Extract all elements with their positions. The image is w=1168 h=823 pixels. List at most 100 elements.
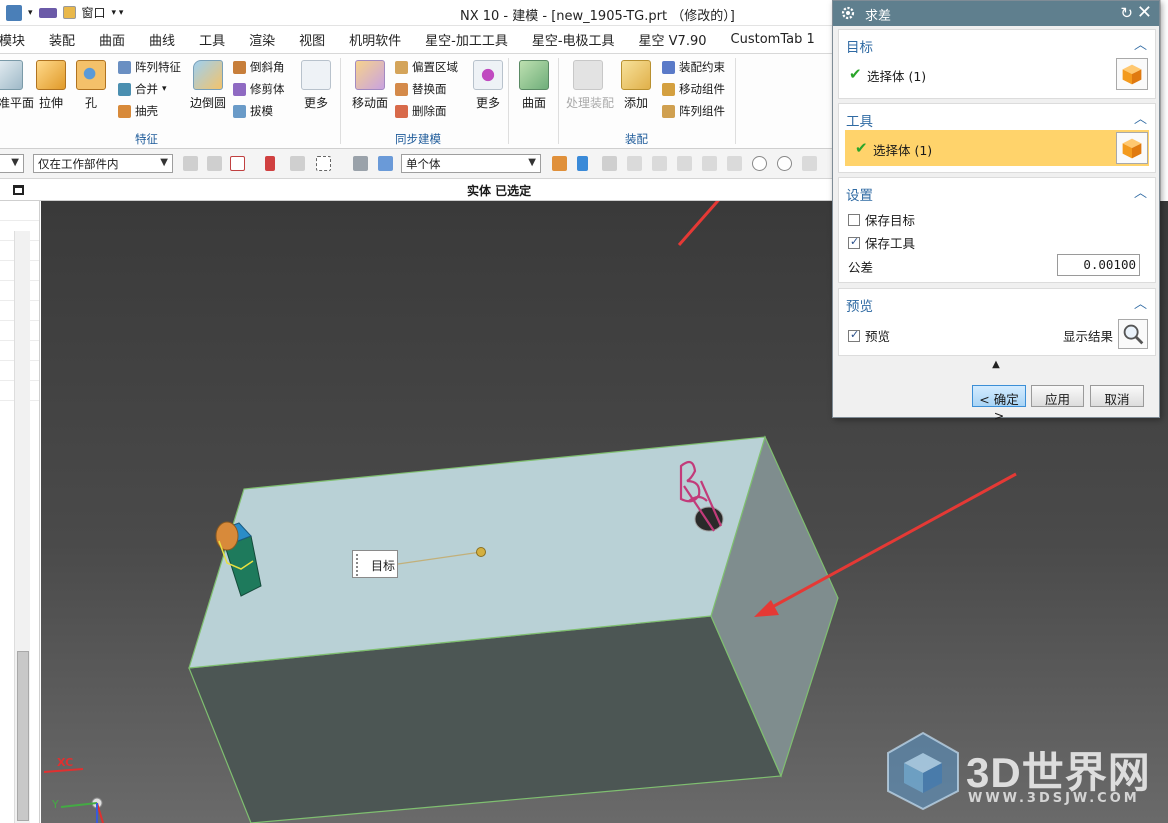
preview-section-header[interactable]: 预览 ︿ xyxy=(839,289,1155,315)
tab-xingkong-electrode[interactable]: 星空-电极工具 xyxy=(520,30,627,49)
shell-label: 抽壳 xyxy=(135,104,158,118)
keep-tool-checkbox[interactable] xyxy=(848,235,860,249)
unite-button[interactable]: 合并 ▾ xyxy=(118,81,167,97)
target-select-body[interactable]: ✔ 选择体 (1) xyxy=(839,56,1155,92)
rectangle-select-icon[interactable] xyxy=(316,156,331,171)
tab-jiming[interactable]: 机明软件 xyxy=(337,30,413,49)
tab-view[interactable]: 视图 xyxy=(287,30,337,49)
tab-tools[interactable]: 工具 xyxy=(187,30,237,49)
tool-select-body[interactable]: ✔ 选择体 (1) xyxy=(845,130,1149,166)
tab-curve[interactable]: 曲线 xyxy=(137,30,187,49)
reset-icon[interactable]: ↻ xyxy=(1120,4,1133,22)
line-icon[interactable] xyxy=(652,156,667,171)
process-assembly-button[interactable]: 处理装配 xyxy=(566,60,614,111)
move-face-button[interactable]: 移动面 xyxy=(348,60,392,111)
filter-icon[interactable] xyxy=(183,156,198,171)
curve-icon[interactable] xyxy=(552,156,567,171)
chevron-up-icon[interactable]: ︿ xyxy=(1134,34,1147,53)
chevron-up-icon[interactable]: ︿ xyxy=(1134,108,1147,127)
magnifier-icon[interactable] xyxy=(1118,319,1148,349)
extrude-button[interactable]: 拉伸 xyxy=(29,60,73,111)
preview-checkbox[interactable] xyxy=(848,328,860,342)
curve-icon[interactable] xyxy=(702,156,717,171)
pattern-component-button[interactable]: 阵列组件 xyxy=(662,103,725,119)
window-icon[interactable] xyxy=(62,6,76,19)
tab-xingkong-version[interactable]: 星空 V7.90 xyxy=(627,30,719,49)
shell-button[interactable]: 抽壳 xyxy=(118,103,158,119)
shaded-icon[interactable] xyxy=(353,156,368,171)
delete-face-button[interactable]: 删除面 xyxy=(395,103,447,119)
target-callout[interactable]: 目标 xyxy=(352,550,398,578)
add-component-button[interactable]: 添加 xyxy=(614,60,658,111)
hole-button[interactable]: 孔 xyxy=(69,60,113,111)
snap-point-icon[interactable] xyxy=(602,156,617,171)
tool-section: 工具 ︿ ✔ 选择体 (1) xyxy=(838,103,1156,173)
tab-application[interactable]: 用模块 xyxy=(0,30,37,49)
undo-icon[interactable] xyxy=(6,4,22,21)
point-icon[interactable] xyxy=(727,156,742,171)
chevron-up-icon[interactable]: ︿ xyxy=(1134,182,1147,201)
tab-customtab[interactable]: CustomTab 1 xyxy=(719,32,827,47)
chamfer-button[interactable]: 倒斜角 xyxy=(233,59,285,75)
ok-button[interactable]: < 确定 > xyxy=(972,385,1026,423)
line-icon[interactable] xyxy=(627,156,642,171)
tab-render[interactable]: 渲染 xyxy=(237,30,287,49)
dialog-titlebar[interactable]: 求差 ↻ ✕ xyxy=(833,1,1159,26)
cancel-button[interactable]: 取消 xyxy=(1090,385,1144,407)
type-filter-dropdown[interactable]: ▼ xyxy=(0,154,24,173)
vertical-scrollbar[interactable] xyxy=(14,231,30,823)
selection-scope-dropdown[interactable]: 仅在工作部件内 ▼ xyxy=(33,154,173,173)
move-component-button[interactable]: 移动组件 xyxy=(662,81,725,97)
tab-surface[interactable]: 曲面 xyxy=(87,30,137,49)
body-filter-dropdown[interactable]: 单个体 ▼ xyxy=(401,154,541,173)
apply-button[interactable]: 应用 xyxy=(1031,385,1084,407)
replace-face-button[interactable]: 替换面 xyxy=(395,81,447,97)
arrow-icon[interactable] xyxy=(577,156,588,171)
tab-assembly[interactable]: 装配 xyxy=(37,30,87,49)
line-icon[interactable] xyxy=(677,156,692,171)
cube-icon[interactable] xyxy=(378,156,393,171)
target-section-header[interactable]: 目标 ︿ xyxy=(839,30,1155,56)
dropdown-arrow-icon[interactable]: ▾ ▾ xyxy=(112,8,124,18)
solid-body-icon[interactable] xyxy=(1116,132,1148,164)
datum-plane-button[interactable]: 基准平面 xyxy=(0,60,34,111)
close-icon[interactable]: ✕ xyxy=(1137,2,1152,23)
list-item xyxy=(0,201,39,221)
settings-section-header[interactable]: 设置 ︿ xyxy=(839,178,1155,204)
trim-body-button[interactable]: 修剪体 xyxy=(233,81,285,97)
window-menu[interactable]: 窗口 xyxy=(82,4,106,21)
assembly-constraints-button[interactable]: 装配约束 xyxy=(662,59,725,75)
scrollbar-thumb[interactable] xyxy=(17,651,29,821)
preview-option[interactable]: 预览 xyxy=(848,326,890,345)
pen-icon[interactable] xyxy=(38,7,57,18)
tool-section-header[interactable]: 工具 ︿ xyxy=(839,104,1155,130)
maximize-icon[interactable] xyxy=(13,185,24,195)
surface-button[interactable]: 曲面 xyxy=(512,60,556,111)
center-icon[interactable] xyxy=(777,156,792,171)
pattern-feature-button[interactable]: 阵列特征 xyxy=(118,59,181,75)
chamfer-label: 倒斜角 xyxy=(250,60,285,74)
dropdown-arrow-icon[interactable]: ▾ xyxy=(28,8,33,18)
solid-body-icon[interactable] xyxy=(1116,58,1148,90)
dropdown-arrow-icon[interactable]: ▾ xyxy=(162,84,167,94)
drag-handle-icon[interactable] xyxy=(356,554,361,576)
chevron-up-icon[interactable]: ︿ xyxy=(1134,293,1147,312)
keep-target-option[interactable]: 保存目标 xyxy=(848,210,915,229)
tolerance-input[interactable]: 0.00100 xyxy=(1057,254,1140,276)
keep-target-checkbox[interactable] xyxy=(848,213,860,226)
keep-tool-option[interactable]: 保存工具 xyxy=(848,233,915,252)
collapse-more-toggle[interactable]: ▲ xyxy=(833,359,1159,373)
sync-more-button[interactable]: 更多 xyxy=(466,60,510,111)
circle-icon[interactable] xyxy=(752,156,767,171)
draft-button[interactable]: 拔模 xyxy=(233,103,273,119)
select-icon[interactable] xyxy=(265,156,275,171)
tab-xingkong-machining[interactable]: 星空-加工工具 xyxy=(413,30,520,49)
feature-more-button[interactable]: 更多 xyxy=(294,60,338,111)
plus-icon[interactable] xyxy=(802,156,817,171)
filter-icon[interactable] xyxy=(207,156,222,171)
edge-blend-button[interactable]: 边倒圆 xyxy=(186,60,230,111)
triangle-up-icon[interactable]: ▲ xyxy=(992,359,1000,370)
snap-icon[interactable] xyxy=(230,156,245,171)
offset-region-button[interactable]: 偏置区域 xyxy=(395,59,458,75)
select-icon[interactable] xyxy=(290,156,305,171)
